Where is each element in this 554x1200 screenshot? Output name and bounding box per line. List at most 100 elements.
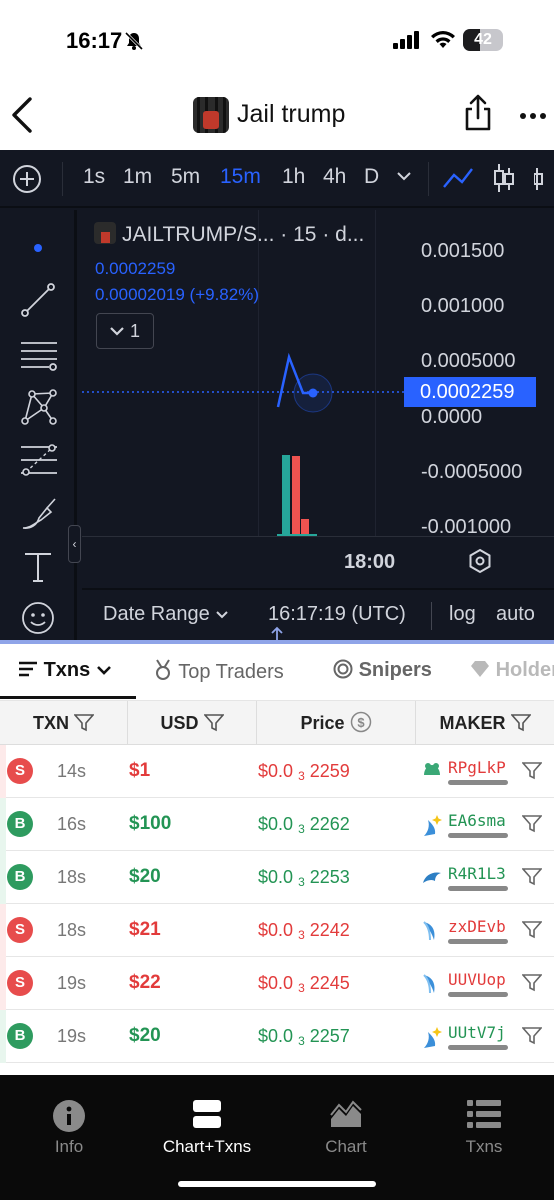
drawing-tools-panel: [0, 210, 77, 642]
bottom-tab-info[interactable]: Info: [0, 1075, 138, 1175]
price-tag: 0.0002259: [404, 377, 536, 407]
timeframe-15m[interactable]: 15m: [220, 165, 261, 189]
txn-age: 19s: [57, 1026, 87, 1046]
filter-icon[interactable]: [522, 815, 542, 833]
date-range-button[interactable]: Date Range: [103, 603, 229, 626]
token-avatar: [193, 97, 229, 133]
maker-balance-bar: [448, 992, 508, 997]
timeframe-1h[interactable]: 1h: [282, 165, 305, 189]
table-row[interactable]: B 16s $100 $0.0 3 2262 EA6sma: [0, 798, 554, 851]
legend-collapse-button[interactable]: 1: [96, 313, 154, 349]
col-header-txn[interactable]: TXN: [0, 701, 128, 745]
tab-top-traders[interactable]: Top Traders: [153, 659, 284, 684]
toolbar-divider: [62, 162, 63, 196]
price-prefix: $0.0: [258, 814, 294, 834]
price-prefix: $0.0: [258, 920, 294, 940]
last-price-dot: [308, 388, 318, 398]
timeframe-1m[interactable]: 1m: [123, 165, 152, 189]
filter-icon[interactable]: [522, 868, 542, 886]
maker-address[interactable]: RPgLkP: [448, 758, 506, 777]
active-tab-indicator: [0, 696, 136, 699]
price-axis[interactable]: 0.001500 0.001000 0.0005000 0.0000 -0.00…: [404, 210, 554, 538]
text-tool-icon[interactable]: [20, 549, 56, 585]
brush-icon[interactable]: [20, 496, 60, 532]
token-icon: [94, 222, 116, 244]
maker-address[interactable]: UUVUop: [448, 970, 506, 989]
shrimp-icon: [421, 973, 439, 1000]
dollar-circle-icon[interactable]: $: [350, 711, 372, 733]
bottom-tab-chart[interactable]: Chart: [277, 1075, 415, 1175]
col-header-price[interactable]: Price $: [257, 701, 416, 745]
table-row[interactable]: B 19s $20 $0.0 3 2257 UUtV7j: [0, 1010, 554, 1063]
col-header-maker[interactable]: MAKER: [416, 701, 554, 745]
emoji-icon[interactable]: [20, 600, 56, 636]
y-tick: 0.0000: [421, 406, 483, 428]
maker-balance-bar: [448, 1045, 508, 1050]
maker-address[interactable]: R4R1L3: [448, 864, 506, 883]
timeframe-1s[interactable]: 1s: [83, 165, 105, 189]
signal-icon: [393, 31, 419, 49]
price-digits: 2262: [309, 814, 350, 834]
tab-txns[interactable]: Txns: [18, 659, 112, 682]
trend-line-icon[interactable]: [20, 282, 56, 318]
chart-type-more-icon[interactable]: [534, 168, 554, 190]
txn-usd: $100: [129, 813, 172, 834]
bottom-tab-txns[interactable]: Txns: [415, 1075, 553, 1175]
side-badge: B: [7, 864, 33, 890]
chevron-down-icon[interactable]: [396, 170, 412, 182]
table-row[interactable]: S 19s $22 $0.0 3 2245 UUVUop: [0, 957, 554, 1010]
line-chart-type-icon[interactable]: [442, 165, 474, 191]
filter-icon[interactable]: [522, 921, 542, 939]
fib-retracement-icon[interactable]: [20, 443, 58, 477]
timeframe-4h[interactable]: 4h: [323, 165, 346, 189]
table-row[interactable]: S 14s $1 $0.0 3 2259 RPgLkP: [0, 745, 554, 798]
time-axis[interactable]: 18:00: [82, 536, 554, 586]
volume-bar-down: [292, 456, 300, 535]
filter-icon[interactable]: [522, 1027, 542, 1045]
share-icon[interactable]: [463, 94, 493, 132]
table-row[interactable]: B 18s $20 $0.0 3 2253 R4R1L3: [0, 851, 554, 904]
table-row[interactable]: S 18s $21 $0.0 3 2242 zxDEvb: [0, 904, 554, 957]
data-tabs: Txns Top Traders Snipers Holders: [0, 644, 554, 701]
symbol-legend[interactable]: JAILTRUMP/S... · 15 · d...: [94, 222, 364, 247]
tab-snipers[interactable]: Snipers: [333, 659, 432, 682]
chart-widget[interactable]: 1s 1m 5m 15m 1h 4h D ‹ JAILTRUMP/S... · …: [0, 150, 554, 642]
timeframe-5m[interactable]: 5m: [171, 165, 200, 189]
more-dots-icon[interactable]: [520, 113, 546, 119]
side-badge: S: [7, 917, 33, 943]
filter-icon[interactable]: [73, 714, 95, 732]
filter-icon[interactable]: [522, 762, 542, 780]
price-digits: 2259: [309, 761, 350, 781]
price-digits: 2253: [309, 867, 350, 887]
nav-bar: Jail trump: [0, 80, 554, 150]
crosshair-dot-icon[interactable]: [20, 238, 56, 258]
txn-age: 18s: [57, 867, 87, 887]
txn-usd: $22: [129, 972, 161, 993]
horizontal-lines-icon[interactable]: [20, 338, 58, 372]
chevron-down-icon: [110, 327, 124, 336]
txns-table-header: TXN USD Price $ MAKER: [0, 701, 554, 745]
collapse-toolbar-handle[interactable]: ‹: [68, 525, 81, 563]
timeframe-d[interactable]: D: [364, 165, 379, 189]
back-chevron-icon[interactable]: [10, 95, 34, 135]
col-usd-label: USD: [160, 713, 199, 733]
candlestick-icon[interactable]: [492, 162, 516, 194]
maker-address[interactable]: UUtV7j: [448, 1023, 506, 1042]
auto-scale-toggle[interactable]: auto: [496, 603, 535, 626]
filter-icon[interactable]: [202, 714, 225, 732]
txn-price: $0.0 3 2242: [258, 920, 350, 942]
filter-icon[interactable]: [509, 714, 532, 732]
filter-icon[interactable]: [522, 974, 542, 992]
add-indicator-icon[interactable]: [12, 164, 42, 194]
log-scale-toggle[interactable]: log: [449, 603, 476, 626]
price-prefix: $0.0: [258, 867, 294, 887]
pattern-tool-icon[interactable]: [20, 388, 58, 426]
bottom-tab-chart-txns[interactable]: Chart+Txns: [138, 1075, 276, 1175]
settings-hexagon-icon[interactable]: [467, 548, 493, 574]
col-header-usd[interactable]: USD: [128, 701, 257, 745]
bottom-tab-txns-label: Txns: [465, 1137, 503, 1156]
tab-holders[interactable]: Holders: [470, 659, 554, 682]
maker-address[interactable]: EA6sma: [448, 811, 506, 830]
maker-address[interactable]: zxDEvb: [448, 917, 506, 936]
utc-clock[interactable]: 16:17:19 (UTC): [268, 603, 406, 626]
